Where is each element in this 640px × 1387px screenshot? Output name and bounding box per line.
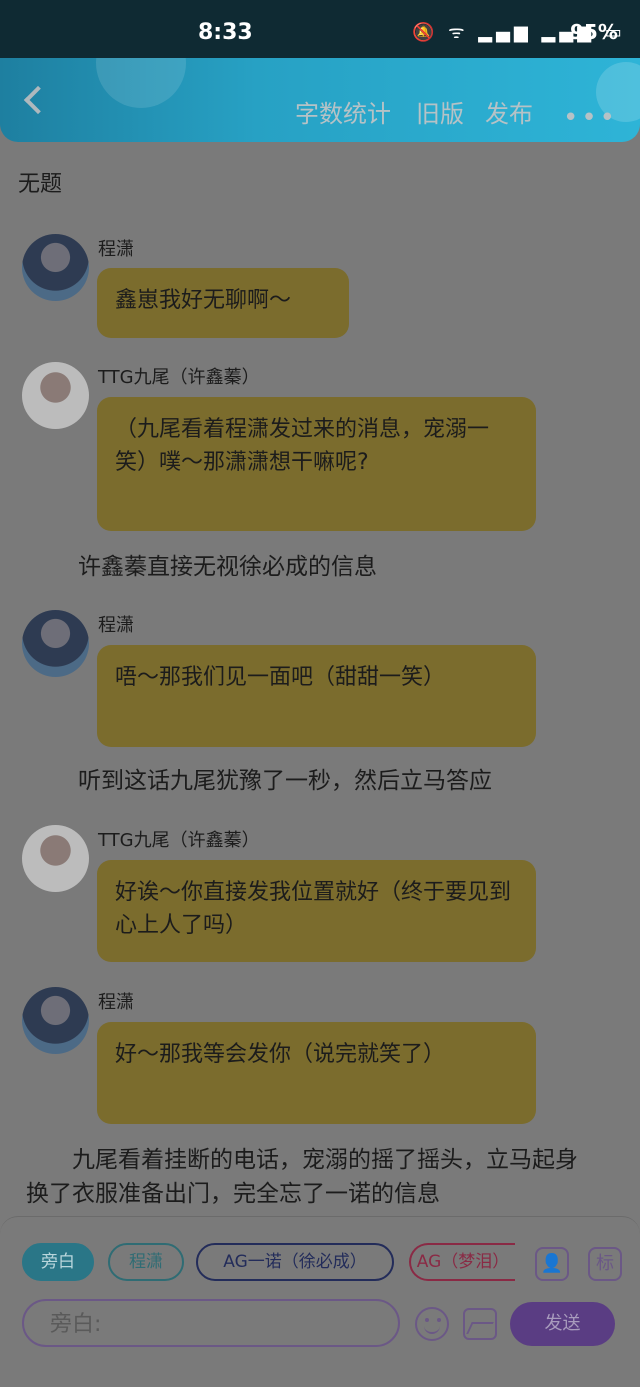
battery-percent: 95% [570, 20, 618, 44]
status-time: 8:33 [198, 20, 253, 45]
top-bar: 字数统计 旧版 发布 ••• [0, 58, 640, 142]
message-input[interactable] [22, 1299, 400, 1347]
speaker-name: TTG九尾（许鑫蓁） [98, 830, 260, 851]
send-button[interactable]: 发送 [510, 1302, 615, 1346]
message-bubble[interactable]: （九尾看着程潇发过来的消息，宠溺一笑）噗～那潇潇想干嘛呢? [97, 397, 536, 531]
role-chip-narrator[interactable]: 旁白 [22, 1243, 94, 1281]
narration[interactable]: 许鑫蓁直接无视徐必成的信息 [0, 550, 640, 584]
narration[interactable]: 九尾看着挂断的电话，宠溺的摇了摇头，立马起身换了衣服准备出门，完全忘了一诺的信息 [0, 1143, 640, 1211]
speaker-name: 程潇 [98, 992, 134, 1013]
old-version-button[interactable]: 旧版 [416, 94, 464, 129]
narration[interactable]: 听到这话九尾犹豫了一秒，然后立马答应 [0, 764, 640, 798]
page-title: 无题 [18, 172, 63, 197]
avatar[interactable] [22, 825, 89, 892]
avatar[interactable] [22, 610, 89, 677]
speaker-name: TTG九尾（许鑫蓁） [98, 367, 260, 388]
speaker-name: 程潇 [98, 615, 134, 636]
message-bubble[interactable]: 好～那我等会发你（说完就笑了） [97, 1022, 536, 1124]
avatar[interactable] [22, 362, 89, 429]
status-bar: 8:33 🔕 ᯤ ▂▄▆ ▂▄▆ ▭ 95% [0, 0, 640, 60]
message-text-field[interactable] [48, 1301, 382, 1347]
avatar[interactable] [22, 987, 89, 1054]
more-icon[interactable]: ••• [563, 103, 618, 133]
publish-button[interactable]: 发布 [485, 94, 533, 129]
role-chip-yinuo[interactable]: AG一诺（徐必成） [196, 1243, 394, 1281]
image-icon[interactable] [463, 1308, 497, 1340]
role-profile-icon[interactable]: 👤 [535, 1247, 569, 1281]
role-chip-mengleri[interactable]: AG（梦泪） [409, 1243, 515, 1281]
word-count-button[interactable]: 字数统计 [295, 94, 391, 129]
mark-button[interactable]: 标 [588, 1247, 622, 1281]
back-arrow-icon[interactable] [22, 88, 44, 110]
message-bubble[interactable]: 唔～那我们见一面吧（甜甜一笑） [97, 645, 536, 747]
speaker-name: 程潇 [98, 239, 134, 260]
role-chip-chengxiao[interactable]: 程潇 [108, 1243, 184, 1281]
avatar[interactable] [22, 234, 89, 301]
emoji-icon[interactable] [415, 1307, 449, 1341]
decor-bubble [96, 58, 186, 108]
composer-panel: 旁白 程潇 AG一诺（徐必成） AG（梦泪） 👤 标 发送 [0, 1216, 640, 1387]
message-bubble[interactable]: 鑫崽我好无聊啊～ [97, 268, 349, 338]
message-bubble[interactable]: 好诶～你直接发我位置就好（终于要见到心上人了吗） [97, 860, 536, 962]
